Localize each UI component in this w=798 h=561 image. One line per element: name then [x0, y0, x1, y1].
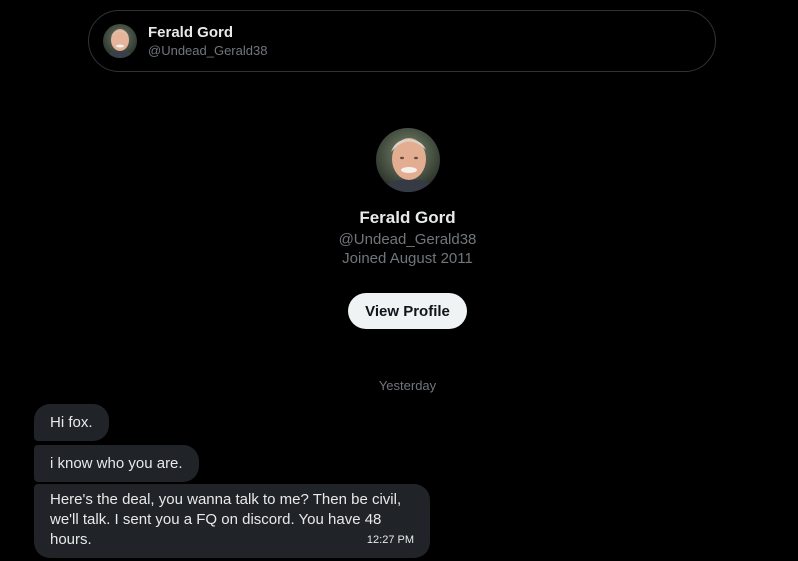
header-avatar[interactable]: [103, 24, 137, 58]
dm-conversation-page: Ferald Gord @Undead_Gerald38 Ferald Gord…: [0, 0, 798, 561]
profile-name: Ferald Gord: [359, 208, 456, 227]
profile-joined-date: Joined August 2011: [342, 250, 473, 267]
profile-avatar[interactable]: [375, 128, 440, 192]
message-text: Here's the deal, you wanna talk to me? T…: [50, 491, 402, 548]
message-bubble[interactable]: Hi fox.: [34, 404, 109, 441]
message-bubble[interactable]: i know who you are.: [34, 445, 199, 482]
message-list: Hi fox. i know who you are. Here's the d…: [34, 404, 430, 558]
conversation-header[interactable]: Ferald Gord @Undead_Gerald38: [88, 10, 716, 72]
header-name: Ferald Gord: [148, 23, 234, 41]
date-divider: Yesterday: [378, 378, 437, 393]
view-profile-button[interactable]: View Profile: [348, 293, 467, 329]
header-handle: @Undead_Gerald38: [148, 42, 268, 58]
profile-handle: @Undead_Gerald38: [338, 231, 477, 248]
message-text: i know who you are.: [50, 455, 183, 472]
profile-card: Ferald Gord @Undead_Gerald38 Joined Augu…: [0, 128, 798, 329]
message-text: Hi fox.: [50, 414, 93, 431]
message-bubble[interactable]: Here's the deal, you wanna talk to me? T…: [34, 484, 430, 558]
message-timestamp: 12:27 PM: [366, 534, 414, 546]
